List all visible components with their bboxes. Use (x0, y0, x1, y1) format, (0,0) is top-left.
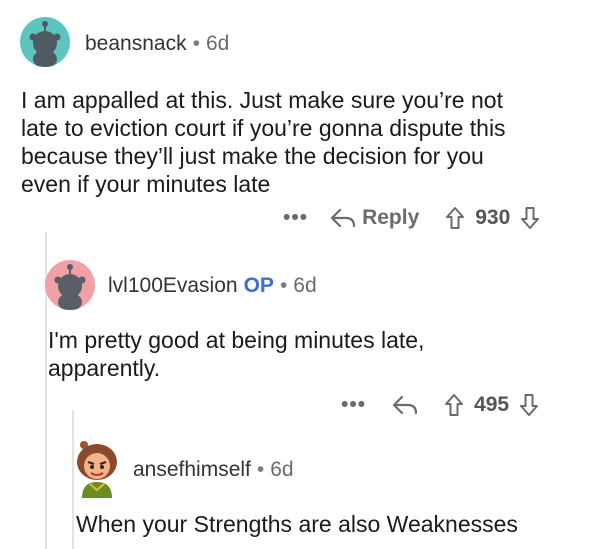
comment-line: even if your minutes late (21, 171, 271, 197)
comment-line: I am appalled at this. Just make sure yo… (21, 87, 503, 113)
timestamp[interactable]: 6d (293, 274, 316, 297)
comment-header: ansefhimself • 6d (133, 458, 294, 482)
snoo-avatar-icon (29, 21, 61, 67)
avatar[interactable] (20, 17, 70, 67)
comment-line: because they’ll just make the decision f… (21, 143, 484, 169)
separator-dot: • (192, 32, 200, 55)
reply-label: Reply (362, 206, 420, 229)
comment-body: When your Strengths are also Weaknesses (76, 510, 518, 538)
reply-arrow-icon[interactable] (392, 394, 418, 416)
comment-line: apparently. (48, 355, 161, 381)
avatar[interactable] (72, 440, 122, 498)
comment-actions: ••• Reply 930 (283, 203, 540, 233)
reply-button[interactable]: Reply (330, 206, 419, 230)
more-options-button[interactable]: ••• (341, 393, 366, 417)
username[interactable]: beansnack (85, 32, 187, 55)
comment-actions: ••• 495 (341, 390, 539, 420)
vote-count: 495 (474, 393, 510, 416)
comment-header: lvl100Evasion OP • 6d (108, 274, 317, 298)
op-badge: OP (243, 274, 274, 297)
avatar[interactable] (45, 260, 95, 310)
username[interactable]: lvl100Evasion (108, 274, 238, 297)
downvote-icon[interactable] (519, 393, 539, 417)
separator-dot: • (279, 274, 288, 297)
timestamp[interactable]: 6d (206, 32, 229, 55)
vote-count: 930 (475, 206, 511, 229)
timestamp[interactable]: 6d (270, 458, 293, 481)
more-options-button[interactable]: ••• (283, 206, 308, 230)
comment-line: late to eviction court if you’re gonna d… (21, 115, 506, 141)
separator-dot: • (256, 458, 265, 481)
comment-body: I am appalled at this. Just make sure yo… (21, 86, 506, 198)
comment-line: When your Strengths are also Weaknesses (76, 511, 518, 537)
custom-avatar-icon (77, 441, 117, 498)
comment-header: beansnack • 6d (85, 32, 229, 56)
snoo-avatar-icon (54, 264, 86, 310)
reply-arrow-icon (330, 207, 356, 229)
downvote-icon[interactable] (520, 206, 540, 230)
upvote-icon[interactable] (445, 206, 465, 230)
username[interactable]: ansefhimself (133, 458, 251, 481)
comment-body: I'm pretty good at being minutes late, a… (48, 326, 424, 382)
upvote-icon[interactable] (444, 393, 464, 417)
comment-line: I'm pretty good at being minutes late, (48, 327, 425, 353)
